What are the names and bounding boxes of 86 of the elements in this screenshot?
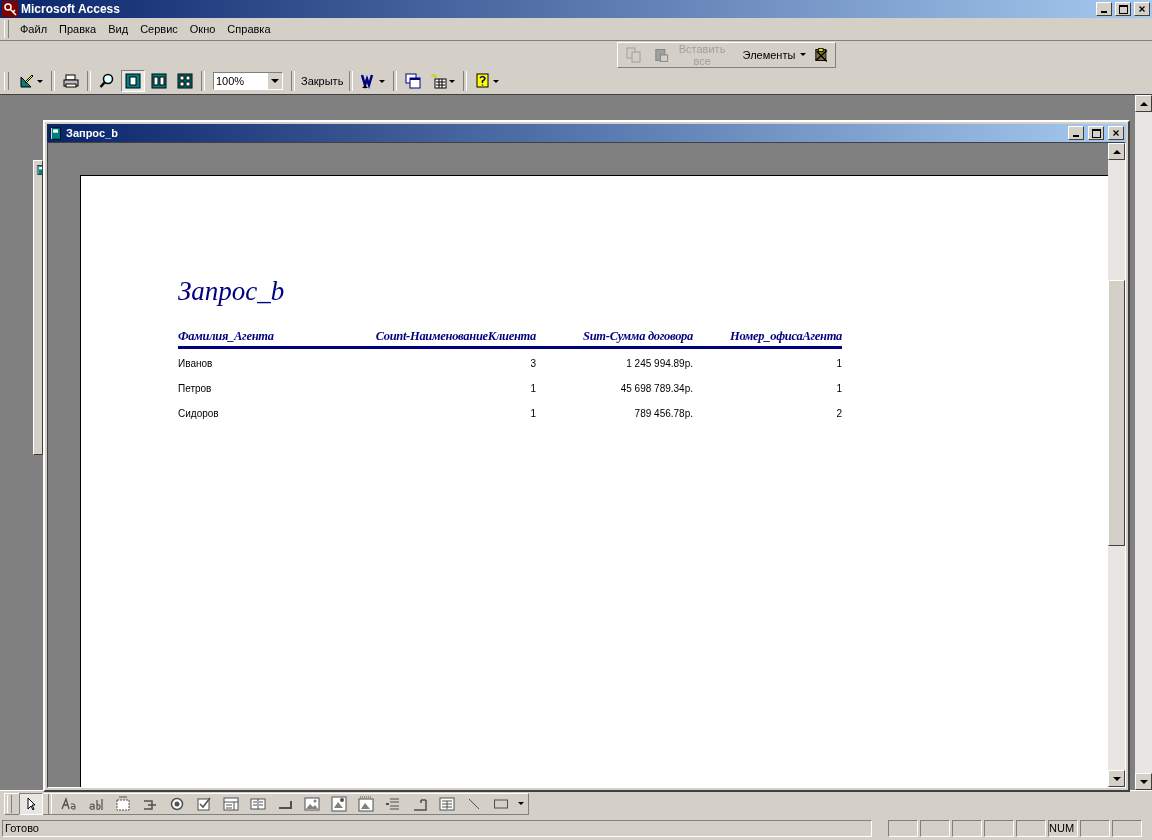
database-window-icon xyxy=(405,73,422,89)
zoom-combo[interactable]: 100% xyxy=(213,72,283,90)
caret-icon xyxy=(37,79,43,83)
clear-clipboard-icon xyxy=(814,46,829,63)
checkbox-tool-icon xyxy=(196,795,212,812)
scroll-up-button[interactable] xyxy=(1135,95,1152,112)
table-cell-text: 45 698 789.34р. xyxy=(619,382,693,396)
printer-icon xyxy=(63,73,79,89)
new-object-icon xyxy=(431,73,448,89)
magnifier-icon xyxy=(99,73,115,89)
caret-icon xyxy=(493,79,500,83)
minimize-button[interactable] xyxy=(1068,126,1084,140)
copy-icon xyxy=(626,46,642,63)
menu-item[interactable]: Сервис xyxy=(135,21,183,37)
status-text: Готово xyxy=(2,820,872,837)
report-icon xyxy=(49,126,62,140)
caret-icon xyxy=(379,79,386,83)
table-cell-text: Иванов xyxy=(178,357,214,371)
image-tool-icon xyxy=(304,795,320,812)
status-pane xyxy=(888,820,918,837)
close-icon xyxy=(1111,128,1121,138)
column-header: Sum-Сумма договора xyxy=(536,329,693,349)
caret-icon xyxy=(449,79,456,83)
help-icon xyxy=(475,73,492,89)
table-cell-text: 3 xyxy=(529,357,536,371)
one-page-icon xyxy=(125,73,141,89)
clipboard-icon xyxy=(654,46,669,63)
window-title: Запрос_b xyxy=(66,127,119,139)
combo-tool-icon xyxy=(223,795,239,812)
status-pane xyxy=(984,820,1014,837)
status-pane xyxy=(1080,820,1110,837)
vertical-scrollbar[interactable] xyxy=(1135,95,1152,790)
option-group-tool-icon xyxy=(115,795,131,812)
caret-icon xyxy=(800,53,807,56)
table-cell-text: Сидоров xyxy=(178,407,220,421)
menu-item[interactable]: Окно xyxy=(184,21,221,37)
one-page-button[interactable] xyxy=(121,70,145,92)
status-pane xyxy=(920,820,950,837)
multiple-pages-icon xyxy=(177,73,193,89)
column-header: Номер_офисаАгента xyxy=(693,329,842,349)
app-title: Microsoft Access xyxy=(21,2,121,16)
menu-item[interactable]: Вид xyxy=(103,21,134,37)
background-window[interactable] xyxy=(33,160,43,455)
scroll-down-button[interactable] xyxy=(1135,773,1152,790)
minimize-button[interactable] xyxy=(1096,2,1112,16)
unbound-frame-tool-icon xyxy=(331,795,347,812)
status-pane xyxy=(952,820,982,837)
table-cell-text: 1 xyxy=(529,382,536,396)
maximize-button[interactable] xyxy=(1088,126,1104,140)
label-tool-icon xyxy=(61,795,77,812)
status-pane xyxy=(1112,820,1142,837)
report-title: Запрос_b xyxy=(178,276,286,307)
table-cell-text: 1 245 994.89р. xyxy=(625,357,693,371)
bound-frame-tool-icon xyxy=(358,795,374,812)
close-preview-button[interactable]: Закрыть xyxy=(299,73,346,89)
num-lock-indicator: NUM xyxy=(1048,820,1078,837)
radio-tool-icon xyxy=(169,795,185,812)
table-cell-text: 789 456.78р. xyxy=(633,407,693,421)
pointer-tool-button[interactable] xyxy=(19,792,43,815)
table-cell-text: 1 xyxy=(835,357,842,371)
page-break-tool-icon xyxy=(385,795,401,812)
table-cell-text: Петров xyxy=(178,382,213,396)
close-button[interactable] xyxy=(1134,2,1150,16)
table-cell-text: 1 xyxy=(835,382,842,396)
table-cell-text: 2 xyxy=(835,407,842,421)
subform-tool-icon xyxy=(439,795,455,812)
two-pages-icon xyxy=(151,73,167,89)
menu-item[interactable]: Справка xyxy=(222,21,276,37)
design-ruler-icon xyxy=(19,73,35,89)
scroll-down-button[interactable] xyxy=(1108,770,1125,787)
elements-menu-button[interactable]: Элементы xyxy=(740,46,809,63)
scrollbar-thumb[interactable] xyxy=(1108,280,1125,546)
vertical-scrollbar[interactable] xyxy=(1108,143,1125,787)
access-key-icon xyxy=(2,1,18,17)
column-header: Фамилия_Агента xyxy=(178,329,338,349)
restore-button[interactable] xyxy=(1115,2,1131,16)
close-button[interactable] xyxy=(1108,126,1124,140)
table-cell-text: 1 xyxy=(529,407,536,421)
menu-item[interactable]: Файл xyxy=(15,21,53,37)
menu-item[interactable]: Правка xyxy=(54,21,102,37)
status-pane xyxy=(1016,820,1046,837)
scroll-up-button[interactable] xyxy=(1108,143,1125,160)
column-header: Count-НаименованиеКлиента xyxy=(338,329,536,349)
close-icon xyxy=(1137,4,1147,14)
list-tool-icon xyxy=(250,795,266,812)
caret-icon xyxy=(518,802,524,805)
